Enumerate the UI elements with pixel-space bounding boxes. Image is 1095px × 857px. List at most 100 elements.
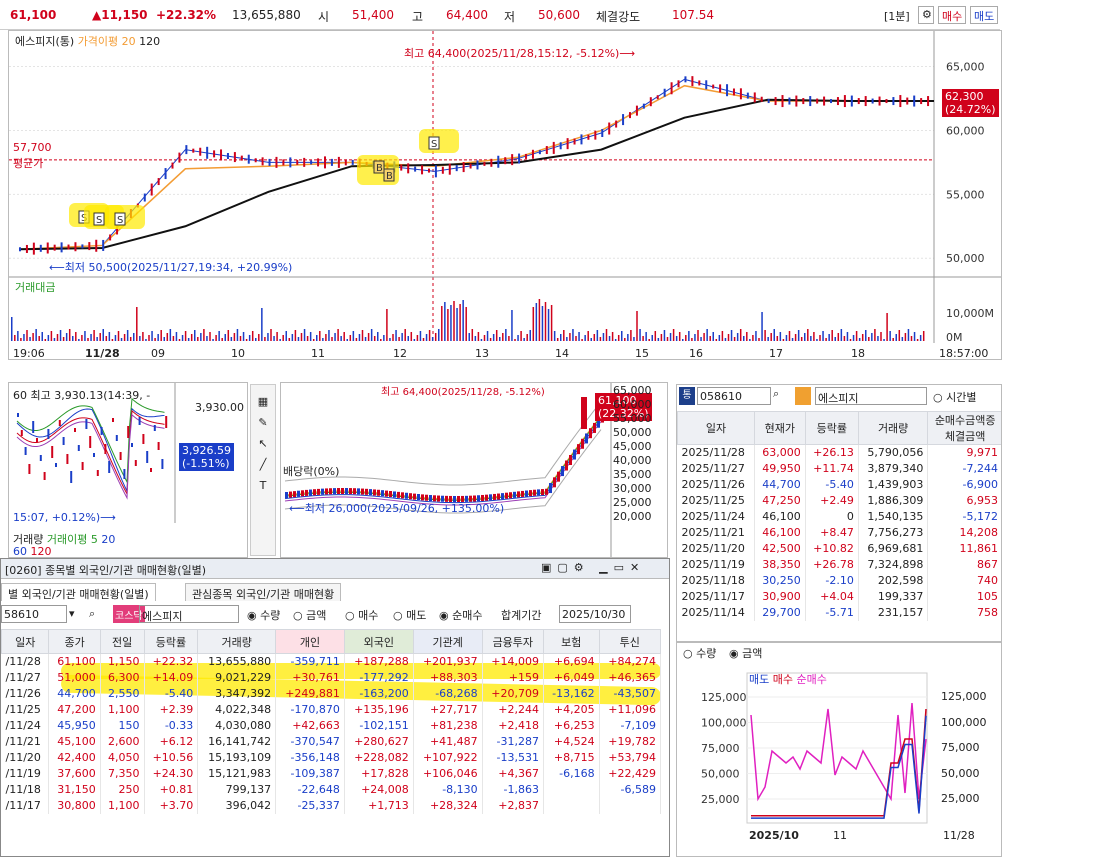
investor-header[interactable]: 전일 xyxy=(99,629,145,654)
table-row[interactable]: 2025/11/20 42,500 +10.82 6,969,681 11,861 xyxy=(677,540,1001,557)
volume-bar xyxy=(578,332,580,341)
volume-bar xyxy=(736,333,739,341)
table-row[interactable]: /11/28 61,100 1,150 +22.32 13,655,880 -359,71… xyxy=(1,653,662,670)
investor-header[interactable]: 개인 xyxy=(275,629,345,654)
code-input[interactable]: 058610 xyxy=(697,387,771,405)
pointer-tool-icon[interactable]: ↖ xyxy=(251,437,275,450)
volume-bar xyxy=(47,335,50,341)
favorite-icon[interactable] xyxy=(795,387,811,405)
volume-bar xyxy=(654,331,657,341)
pen-tool-icon[interactable]: ✎ xyxy=(251,416,275,429)
radio-qty[interactable]: ◉ 수량 xyxy=(247,607,280,623)
period-selector[interactable]: [1분] xyxy=(884,8,910,24)
volume-bar xyxy=(752,335,754,341)
table-row[interactable]: 2025/11/18 30,250 -2.10 202,598 740 xyxy=(677,572,1001,589)
volume-bar xyxy=(648,339,650,341)
radio-amt[interactable]: ○ 금액 xyxy=(293,607,326,623)
line-tool-icon[interactable]: ╱ xyxy=(251,458,275,471)
investor-header[interactable]: 등락률 xyxy=(143,629,199,654)
daily-y-tick: 30,000 xyxy=(613,482,652,495)
quote-cell: 2025/11/26 xyxy=(677,476,755,493)
text-tool-icon[interactable]: T xyxy=(251,479,275,492)
table-row[interactable]: 2025/11/21 46,100 +8.47 7,756,273 14,208 xyxy=(677,524,1001,541)
daily-candle xyxy=(349,488,352,495)
table-row[interactable]: 2025/11/14 29,700 -5.71 231,157 758 xyxy=(677,604,1001,621)
quote-cell: 6,953 xyxy=(927,492,1001,509)
volume-bar xyxy=(53,338,56,341)
investor-header[interactable]: 종가 xyxy=(48,629,101,654)
table-row[interactable]: /11/25 47,200 1,100 +2.39 4,022,348 -170,870 +… xyxy=(1,701,662,718)
time-radio[interactable]: ○ 시간별 xyxy=(933,389,976,405)
index-candle xyxy=(51,446,54,458)
quote-cell: 14,208 xyxy=(927,524,1001,541)
radio-sell[interactable]: ○ 매도 xyxy=(393,607,426,623)
investor-cell: +3.70 xyxy=(144,797,199,814)
volume-bar xyxy=(178,339,181,341)
table-row[interactable]: /11/21 45,100 2,600 +6.12 16,141,742 -370,547… xyxy=(1,733,662,750)
index-candle xyxy=(62,437,65,445)
tab-watchlist[interactable]: 관심종목 외국인/기관 매매현황 xyxy=(185,583,342,601)
table-row[interactable]: 2025/11/17 30,900 +4.04 199,337 105 xyxy=(677,588,1001,605)
daily-candle xyxy=(369,489,372,496)
volume-bar xyxy=(489,338,492,341)
investor-header[interactable]: 일자 xyxy=(1,629,50,654)
investor-header[interactable]: 외국인 xyxy=(343,629,414,654)
price-chart-svg[interactable]: 65,00060,00055,00050,000SSSSBB10,000M0M xyxy=(9,31,1002,360)
table-row[interactable]: /11/20 42,400 4,050 +10.56 15,193,109 -356,14… xyxy=(1,749,662,766)
table-row[interactable]: 2025/11/26 44,700 -5.40 1,439,903 -6,900 xyxy=(677,476,1001,493)
investor-header[interactable]: 투신 xyxy=(598,629,662,654)
volume-bar xyxy=(721,331,724,341)
investor-cell: -31,287 xyxy=(482,733,544,750)
table-row[interactable]: /11/18 31,150 250 +0.81 799,137 -22,648 +24,00… xyxy=(1,781,662,798)
volume-bar xyxy=(340,336,342,341)
radio-buy[interactable]: ○ 매수 xyxy=(345,607,378,623)
volume-bar xyxy=(800,337,803,341)
gear-icon[interactable]: ⚙ xyxy=(918,6,934,24)
quote-cell: 29,700 xyxy=(754,604,806,621)
chart-tool-icon[interactable]: ▦ xyxy=(251,395,275,408)
sell-button[interactable]: 매도 xyxy=(970,6,999,24)
tab-daily[interactable]: 별 외국인/기관 매매현황(일별) xyxy=(1,583,156,601)
table-row[interactable]: /11/17 30,800 1,100 +3.70 396,042 -25,337 +1,7… xyxy=(1,797,662,814)
table-row[interactable]: 2025/11/28 63,000 +26.13 5,790,056 9,971 xyxy=(677,444,1001,461)
investor-header[interactable]: 금융투자 xyxy=(481,629,544,654)
daily-y-tick: 40,000 xyxy=(613,454,652,467)
table-row[interactable]: /11/19 37,600 7,350 +24.30 15,121,983 -109,38… xyxy=(1,765,662,782)
investor-cell: 45,950 xyxy=(48,717,101,734)
volume-bar xyxy=(520,331,522,341)
investor-cell: +159 xyxy=(482,669,544,686)
candle xyxy=(795,95,798,107)
volume-bar xyxy=(44,339,47,341)
code-field[interactable]: 58610 xyxy=(1,605,67,623)
investor-header[interactable]: 보험 xyxy=(542,629,600,654)
radio-net[interactable]: ◉ 순매수 xyxy=(439,607,482,623)
table-row[interactable]: /11/27 51,000 6,300 +14.09 9,021,229 +30,761-… xyxy=(1,669,662,686)
table-row[interactable]: 2025/11/25 47,250 +2.49 1,886,309 6,953 xyxy=(677,492,1001,509)
investor-cell: +8,715 xyxy=(543,749,600,766)
table-row[interactable]: 2025/11/27 49,950 +11.74 3,879,340 -7,244 xyxy=(677,460,1001,477)
daily-candle xyxy=(353,488,356,495)
candle xyxy=(504,157,507,165)
window-controls[interactable]: ▣▢⚙ ▁▭✕ xyxy=(541,561,645,574)
dropdown-icon[interactable]: ▾ xyxy=(69,607,75,620)
table-row[interactable]: /11/26 44,700 2,550 -5.40 3,347,392 +249,881-… xyxy=(1,685,662,702)
volume-bar xyxy=(553,331,556,341)
stock-name-field: 에스피지 xyxy=(815,387,927,405)
search-icon[interactable]: ⌕ xyxy=(773,387,779,401)
qh-net-1: 순매수금액증 xyxy=(934,414,996,427)
candle xyxy=(317,158,320,167)
buy-button[interactable]: 매수 xyxy=(938,6,967,24)
table-row[interactable]: 2025/11/19 38,350 +26.78 7,324,898 867 xyxy=(677,556,1001,573)
table-row[interactable]: /11/24 45,950 150 -0.33 4,030,080 +42,663 -102… xyxy=(1,717,662,734)
investor-header[interactable]: 거래량 xyxy=(197,629,277,654)
series-line-2 xyxy=(18,98,934,251)
volume-bar xyxy=(572,329,574,341)
date-input[interactable]: 2025/10/30 xyxy=(559,605,631,623)
table-row[interactable]: 2025/11/24 46,100 0 1,540,135 -5,172 xyxy=(677,508,1001,525)
search-icon[interactable]: ⌕ xyxy=(89,607,95,621)
investor-header[interactable]: 기관계 xyxy=(412,629,483,654)
quote-cell: 1,439,903 xyxy=(858,476,929,493)
avg-price-value: 57,700 xyxy=(13,141,52,154)
volume-bar xyxy=(871,333,873,341)
index-candle xyxy=(28,464,31,474)
